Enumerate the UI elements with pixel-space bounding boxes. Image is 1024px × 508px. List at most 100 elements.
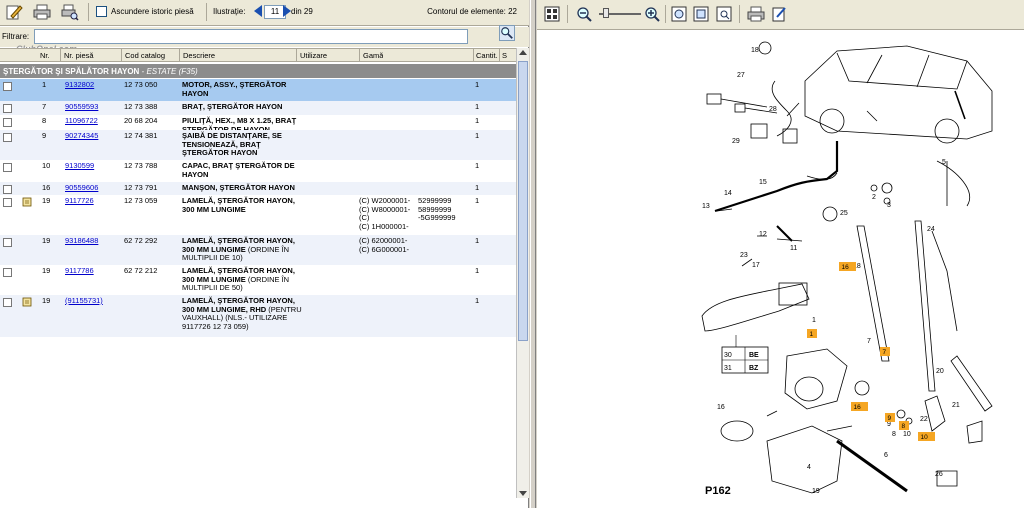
row-checkbox[interactable] (3, 163, 12, 172)
diagram-callout[interactable]: 7 (867, 338, 871, 345)
row-part-number-link[interactable]: 90559593 (65, 102, 98, 112)
diagram-callout[interactable]: 25 (840, 210, 848, 217)
diagram-callout[interactable]: 13 (702, 203, 710, 210)
table-row[interactable]: 19 93186488 62 72 292 LAMELĂ, ŞTERGĂTOR HAY… (0, 235, 516, 265)
row-part-number-link[interactable]: 11096722 (65, 116, 98, 126)
diagram-hotspot-tag[interactable]: 7 (880, 347, 890, 356)
grid-view-icon[interactable] (543, 5, 561, 23)
scroll-down-icon[interactable] (519, 491, 527, 496)
diagram-callout[interactable]: 8 (892, 431, 896, 438)
diagram-callout[interactable]: 28 (769, 106, 777, 113)
diagram-callout[interactable]: 4 (807, 464, 811, 471)
row-checkbox[interactable] (3, 268, 12, 277)
row-part-number-link[interactable]: 9117786 (65, 266, 94, 276)
zoom-in-icon[interactable] (643, 5, 661, 23)
col-header-catalog[interactable]: Cod catalog (125, 51, 165, 60)
row-checkbox[interactable] (3, 133, 12, 142)
hide-history-checkbox[interactable] (96, 6, 107, 17)
diagram-callout[interactable]: 19 (812, 488, 820, 495)
parts-list-scrollbar[interactable] (516, 48, 529, 498)
scrollbar-thumb[interactable] (518, 61, 528, 341)
col-header-usage[interactable]: Utilizare (300, 51, 327, 60)
diagram-callout[interactable]: 24 (927, 226, 935, 233)
diagram-callout[interactable]: 2 (872, 194, 876, 201)
diagram-callout[interactable]: 12 (759, 231, 767, 238)
col-header-qty[interactable]: Cantit. (476, 51, 498, 60)
row-part-number-link[interactable]: 93186488 (65, 236, 98, 246)
row-checkbox[interactable] (3, 298, 12, 307)
table-row[interactable]: 7 90559593 12 73 388 BRAŢ, ŞTERGĂTOR HAYON 1 (0, 101, 516, 115)
print-illustration-icon[interactable] (747, 5, 765, 23)
row-part-number-link[interactable]: 9130599 (65, 161, 94, 171)
table-row[interactable]: 8 11096722 20 68 204 PIULIŢĂ, HEX., M8 X 1.… (0, 115, 516, 133)
search-button[interactable] (499, 25, 515, 41)
table-row[interactable]: 19 9117786 62 72 212 LAMELĂ, ŞTERGĂTOR HAYO… (0, 265, 516, 295)
table-row[interactable]: 10 9130599 12 73 788 CAPAC, BRAŢ ŞTERGĂTOR … (0, 160, 516, 182)
diagram-callout[interactable]: 18 (751, 47, 759, 54)
diagram-hotspot-tag[interactable]: 16 (851, 402, 868, 411)
diagram-callout[interactable]: 23 (740, 252, 748, 259)
fit-width-icon[interactable] (692, 5, 710, 23)
diagram-callout[interactable]: 29 (732, 138, 740, 145)
row-part-number-link[interactable]: 90274345 (65, 131, 98, 141)
diagram-hotspot-tag[interactable]: 9 (885, 413, 895, 422)
row-part-number-link[interactable]: 90559606 (65, 183, 98, 193)
row-checkbox[interactable] (3, 118, 12, 127)
diagram-hotspot-tag[interactable]: 10 (918, 432, 935, 441)
diagram-callout[interactable]: 17 (752, 262, 760, 269)
diagram-callout[interactable]: 5 (942, 159, 946, 166)
print-icon[interactable] (33, 3, 51, 21)
col-header-description[interactable]: Descriere (183, 51, 215, 60)
diagram-callout[interactable]: 16 (717, 404, 725, 411)
diagram-callout[interactable]: 21 (952, 402, 960, 409)
table-row[interactable]: 9 90274345 12 74 381 ŞAIBĂ DE DISTANŢARE, S… (0, 130, 516, 160)
col-header-part[interactable]: Nr. piesă (64, 51, 94, 60)
exploded-parts-diagram[interactable]: 30 31 BE BZ 18 27 28 29 5 13 14 15 12 11 17 25 3 2 23 2… (537, 31, 1024, 508)
export-icon[interactable] (770, 5, 788, 23)
print-preview-icon[interactable] (61, 3, 79, 21)
table-row[interactable]: 19 9117726 12 73 059 LAMELĂ, ŞTERGĂTOR HAYO… (0, 195, 516, 235)
zoom-slider[interactable] (599, 8, 641, 18)
col-header-pos[interactable]: Nr. (40, 51, 50, 60)
fit-height-icon[interactable] (715, 5, 733, 23)
diagram-hotspot-tag[interactable]: 1 (807, 329, 817, 338)
pane-splitter[interactable] (530, 0, 536, 508)
zoom-out-icon[interactable] (575, 5, 593, 23)
diagram-callout[interactable]: 6 (884, 452, 888, 459)
diagram-callout[interactable]: 15 (759, 179, 767, 186)
row-part-number-link[interactable]: 9117726 (65, 196, 94, 206)
diagram-callout[interactable]: 1 (812, 317, 816, 324)
diagram-callout[interactable]: 22 (920, 416, 928, 423)
diagram-callout[interactable]: 26 (935, 471, 943, 478)
note-icon[interactable] (22, 197, 32, 207)
previous-illustration-arrow-icon[interactable] (254, 5, 262, 17)
table-row[interactable]: 16 90559606 12 73 791 MANŞON, ŞTERGĂTOR HAY… (0, 182, 516, 195)
row-checkbox[interactable] (3, 104, 12, 113)
filter-input[interactable] (34, 29, 468, 44)
col-header-s[interactable]: S (502, 51, 507, 60)
diagram-callout[interactable]: 9 (887, 421, 891, 428)
next-illustration-arrow-icon[interactable] (283, 5, 291, 17)
note-icon[interactable] (22, 297, 32, 307)
diagram-callout[interactable]: 11 (790, 245, 797, 252)
diagram-callout[interactable]: 10 (903, 431, 911, 438)
diagram-hotspot-tag[interactable]: 16 (839, 262, 856, 271)
scroll-up-icon[interactable] (519, 50, 527, 55)
row-checkbox[interactable] (3, 238, 12, 247)
row-checkbox[interactable] (3, 82, 12, 91)
diagram-callout[interactable]: 20 (936, 368, 944, 375)
row-checkbox[interactable] (3, 198, 12, 207)
diagram-callout[interactable]: 14 (724, 190, 732, 197)
row-part-number-link[interactable]: 9132802 (65, 80, 94, 90)
group-header[interactable]: ŞTERGĂTOR ŞI SPĂLĂTOR HAYON - ESTATE (F3… (0, 64, 516, 78)
diagram-callout[interactable]: 27 (737, 72, 745, 79)
diagram-callout[interactable]: 3 (887, 202, 891, 209)
table-row[interactable]: 19 (91155731) LAMELĂ, ŞTERGĂTOR HAYON, 300… (0, 295, 516, 337)
row-part-number-link[interactable]: (91155731) (65, 296, 103, 306)
fit-window-icon[interactable] (670, 5, 688, 23)
col-header-range[interactable]: Gamă (363, 51, 383, 60)
table-row[interactable]: 1 9132802 12 73 050 MOTOR, ASSY., ŞTERGĂTOR… (0, 79, 516, 101)
edit-icon[interactable] (5, 3, 23, 21)
row-checkbox[interactable] (3, 185, 12, 194)
diagram-hotspot-tag[interactable]: 8 (899, 421, 909, 430)
